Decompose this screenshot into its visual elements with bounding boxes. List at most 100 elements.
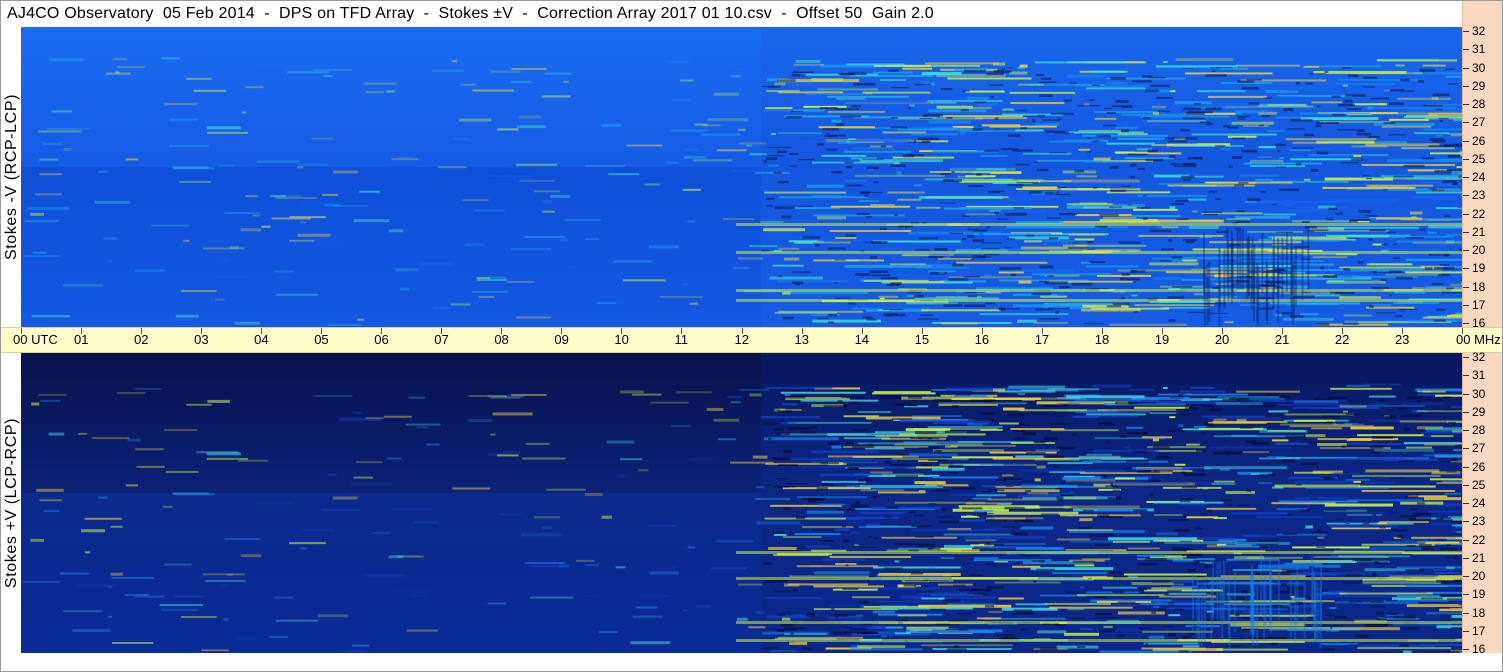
noise-speck [835,297,851,299]
noise-speck [864,604,880,606]
noise-speck [1000,148,1019,151]
noise-speck [1183,473,1206,477]
emission-streak [48,432,65,436]
emission-streak [108,615,113,618]
noise-speck [789,165,797,167]
noise-speck [826,148,838,151]
noise-speck [1181,175,1195,179]
emission-streak [615,566,625,569]
emission-streak [716,149,747,152]
emission-streak [186,77,212,80]
noise-speck [1216,230,1228,233]
emission-streak [1158,393,1248,396]
emission-streak [806,184,844,188]
emission-streak [927,100,1003,103]
noise-speck [1310,168,1319,172]
noise-speck [1187,569,1196,573]
emission-streak [541,199,552,203]
emission-streak [1012,565,1041,568]
vertical-striation [1269,557,1272,618]
emission-streak [1018,495,1061,498]
noise-speck [1076,645,1086,649]
emission-streak [1343,314,1373,317]
noise-speck [940,173,951,176]
emission-streak [1148,635,1165,639]
noise-speck [1167,589,1182,592]
noise-speck [962,237,967,241]
noise-speck [1257,539,1279,542]
noise-speck [1145,158,1164,162]
emission-streak [960,132,966,135]
noise-speck [1143,195,1147,197]
emission-streak [1153,514,1183,517]
noise-speck [996,478,1007,481]
noise-speck [928,256,944,259]
noise-speck [1275,166,1287,168]
emission-streak [917,592,967,595]
noise-speck [928,459,948,462]
noise-speck [1127,204,1132,206]
noise-speck [782,506,791,510]
emission-streak [870,203,895,206]
noise-speck [1158,608,1166,611]
emission-streak [670,98,691,101]
noise-speck [1068,246,1089,249]
emission-streak [59,572,90,575]
noise-speck [772,531,784,534]
noise-speck [1237,80,1255,83]
noise-speck [880,277,899,280]
noise-speck [1115,401,1138,405]
noise-speck [850,105,861,108]
emission-streak [529,596,574,599]
emission-streak [524,561,566,564]
noise-speck [1417,400,1422,404]
noise-speck [1180,129,1191,132]
freq-tick-label: 23 [1472,514,1486,529]
noise-speck [1317,105,1321,107]
noise-speck [955,394,971,396]
noise-speck [1084,323,1104,325]
noise-speck [1425,398,1443,401]
noise-speck [1179,500,1191,503]
emission-streak [472,89,514,92]
emission-streak [749,393,762,397]
noise-speck [1363,76,1378,79]
noise-speck [1440,619,1450,621]
emission-streak [1453,204,1462,207]
emission-streak [1010,428,1065,431]
noise-speck [1193,103,1202,105]
emission-streak [882,131,926,134]
emission-streak [298,163,328,166]
noise-speck [772,428,784,431]
noise-speck [1349,219,1358,223]
noise-speck [968,185,984,187]
emission-streak [471,290,508,293]
emission-streak [814,571,870,575]
noise-speck [1074,169,1085,173]
emission-streak [1182,645,1200,648]
noise-speck [1433,319,1446,322]
emission-streak [30,538,45,542]
emission-streak [988,610,1003,613]
noise-speck [1408,517,1432,521]
noise-speck [1400,78,1410,82]
noise-speck [885,460,892,464]
emission-streak [1201,415,1265,418]
noise-speck [1386,599,1398,602]
emission-streak [777,310,864,313]
emission-streak [1401,538,1436,541]
emission-streak [1129,388,1155,391]
emission-streak [1143,642,1198,645]
noise-speck [1220,499,1233,502]
noise-speck [1378,399,1386,402]
emission-streak [1274,484,1360,488]
emission-streak [1337,457,1405,460]
noise-speck [834,259,847,261]
emission-streak [899,433,986,436]
noise-speck [1151,611,1156,614]
noise-speck [1383,243,1388,246]
noise-speck [827,134,847,137]
noise-speck [885,314,892,317]
emission-streak [1213,517,1227,520]
emission-streak [1086,470,1126,473]
